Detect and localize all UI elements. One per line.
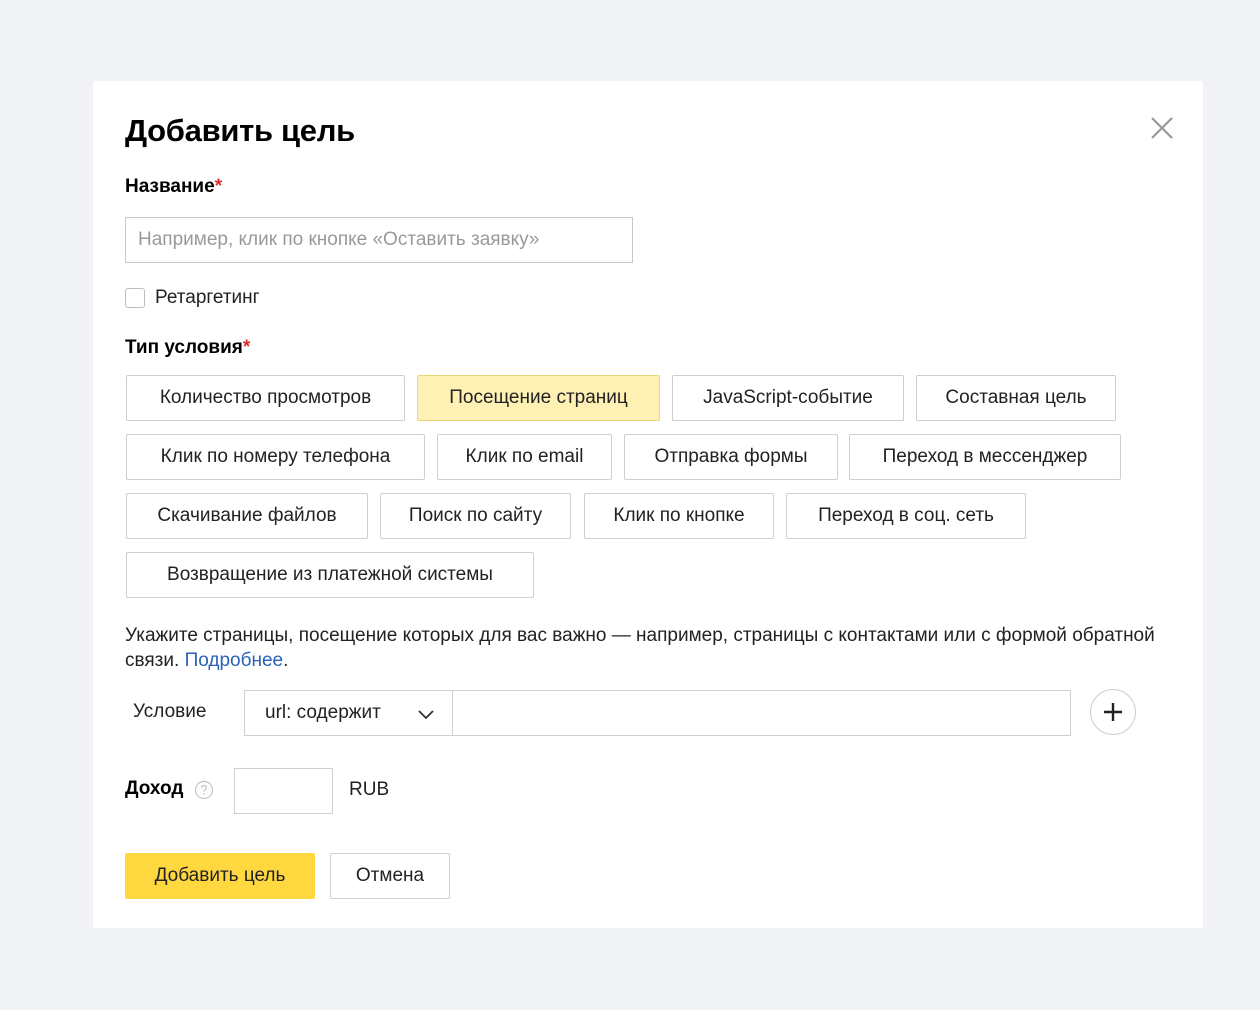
retargeting-checkbox[interactable]: Ретаргетинг [125,287,260,309]
checkbox-box[interactable] [125,288,145,308]
dialog-title: Добавить цель [125,113,355,148]
condition-operator-select[interactable]: url: содержит [244,690,453,736]
type-button-email-click[interactable]: Клик по email [437,434,612,480]
more-info-link[interactable]: Подробнее [185,650,284,671]
type-button-file-download[interactable]: Скачивание файлов [126,493,368,539]
goal-name-input[interactable] [125,217,633,263]
add-goal-button[interactable]: Добавить цель [125,853,315,899]
add-goal-dialog: Добавить цель Название* Ретаргетинг Тип … [93,81,1203,928]
income-label: Доход [125,778,184,799]
currency-label: RUB [349,779,390,800]
chevron-down-icon [418,710,434,720]
add-condition-button[interactable] [1090,689,1136,735]
income-input[interactable] [234,768,333,814]
type-button-phone-click[interactable]: Клик по номеру телефона [126,434,425,480]
type-button-payment-return[interactable]: Возвращение из платежной системы [126,552,534,598]
help-icon[interactable] [194,780,214,800]
condition-type-label-text: Тип условия [125,337,243,358]
type-button-social-network[interactable]: Переход в соц. сеть [786,493,1026,539]
condition-hint: Укажите страницы, посещение которых для … [125,623,1185,673]
required-mark: * [214,176,223,197]
type-button-form-submit[interactable]: Отправка формы [624,434,838,480]
type-button-javascript-event[interactable]: JavaScript-событие [672,375,904,421]
condition-url-input[interactable] [452,690,1071,736]
condition-operator-value: url: содержит [265,702,381,723]
hint-tail: . [283,650,289,671]
name-label: Название* [125,176,222,198]
condition-type-label: Тип условия* [125,337,250,359]
required-mark: * [242,337,251,358]
question-circle-icon [194,780,214,800]
type-button-messenger[interactable]: Переход в мессенджер [849,434,1121,480]
type-button-composite-goal[interactable]: Составная цель [916,375,1116,421]
close-button[interactable] [1147,113,1177,143]
type-button-pageviews[interactable]: Количество просмотров [126,375,405,421]
retargeting-label: Ретаргетинг [155,287,260,308]
name-label-text: Название [125,176,215,197]
type-button-page-visit[interactable]: Посещение страниц [417,375,660,421]
cancel-button[interactable]: Отмена [330,853,450,899]
condition-label: Условие [133,701,207,722]
type-button-button-click[interactable]: Клик по кнопке [584,493,774,539]
type-button-site-search[interactable]: Поиск по сайту [380,493,571,539]
plus-icon [1104,703,1122,721]
close-icon [1151,117,1173,139]
